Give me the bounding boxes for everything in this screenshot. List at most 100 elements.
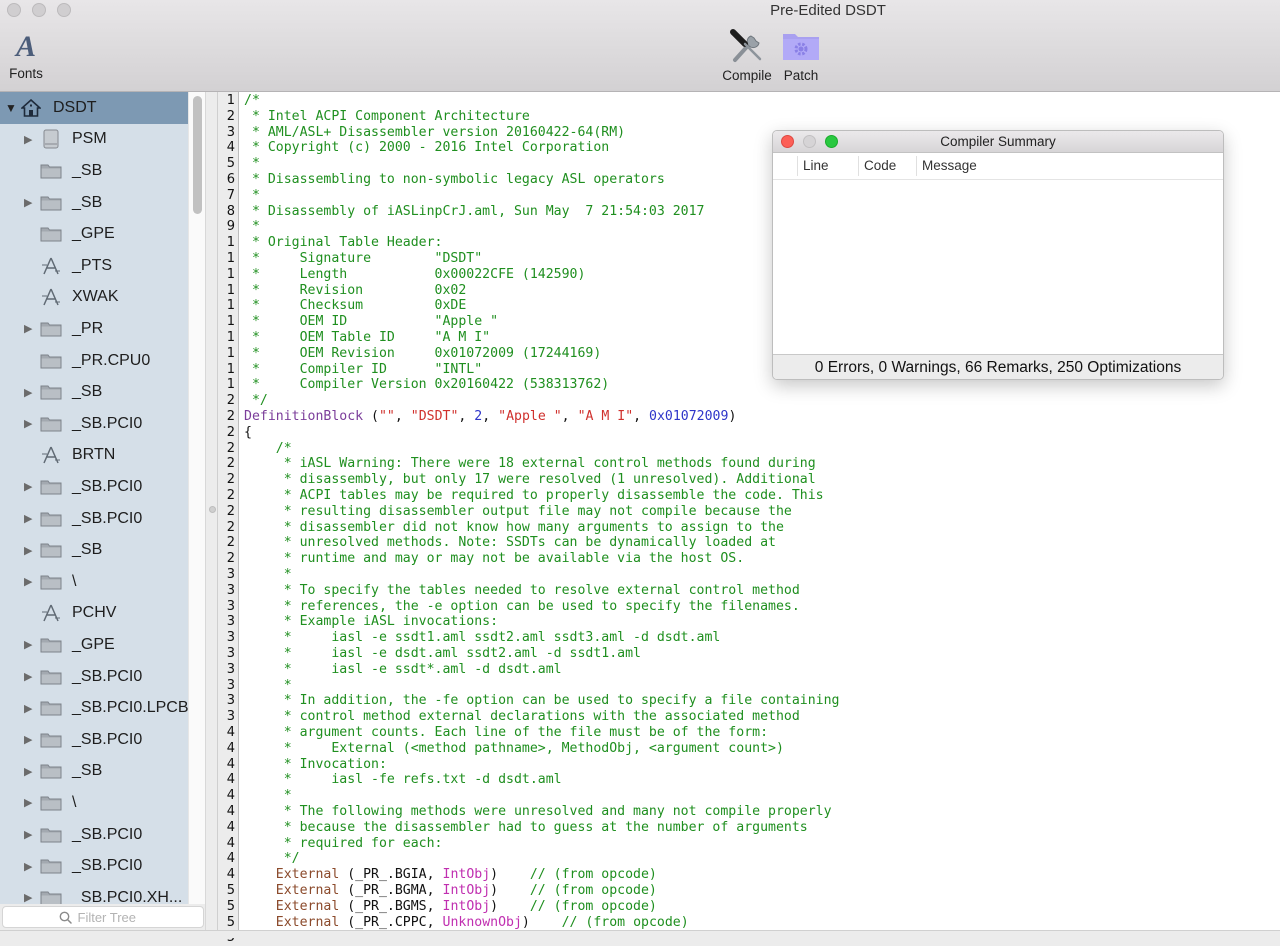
tree-item[interactable]: ▶ _SB.PCI0 [0, 408, 188, 440]
compile-button[interactable]: Compile [720, 26, 774, 83]
panel-close-button[interactable] [781, 135, 794, 148]
disclosure-collapsed-icon[interactable]: ▶ [24, 133, 34, 146]
tree-item[interactable]: ▶ _PR [0, 313, 188, 345]
sidebar-scrollbar[interactable] [188, 92, 205, 904]
tree-item[interactable]: ▶ \ [0, 566, 188, 598]
code-line: * iasl -fe refs.txt -d dsdt.aml [244, 772, 562, 788]
tree-item[interactable]: ▶ _SB.PCI0.LPCB [0, 692, 188, 724]
tree-item[interactable]: ▶ \ [0, 787, 188, 819]
tree-item[interactable]: ▶ PSM [0, 124, 188, 156]
tree-item-label: _SB.PCI0 [72, 857, 143, 875]
tree-item[interactable]: ▶ _SB [0, 187, 188, 219]
tree-item[interactable]: ▶ _SB.PCI0 [0, 724, 188, 756]
disclosure-collapsed-icon[interactable]: ▶ [24, 891, 34, 904]
tree-item[interactable]: ▶ _SB [0, 376, 188, 408]
line-number: 3 [226, 693, 235, 709]
tree-item[interactable]: XWAK [0, 282, 188, 314]
tree-item[interactable]: _GPE [0, 218, 188, 250]
compiler-summary-panel: Compiler Summary Line Code Message 0 Err… [772, 130, 1224, 380]
sidebar-scroll-thumb[interactable] [193, 96, 202, 214]
code-token: * OEM ID "Apple " [244, 314, 499, 330]
code-token: * OEM Revision 0x01072009 (17244169) [244, 345, 602, 361]
tree-item[interactable]: ▶ _SB [0, 756, 188, 788]
code-token: * [244, 677, 292, 693]
code-token: "A M I" [577, 409, 634, 424]
folder-icon [40, 478, 62, 496]
folder-icon [40, 383, 62, 401]
panel-zoom-button[interactable] [825, 135, 838, 148]
disclosure-collapsed-icon[interactable]: ▶ [24, 796, 34, 809]
disclosure-collapsed-icon[interactable]: ▶ [24, 417, 34, 430]
code-line: * [244, 219, 260, 235]
tree-item[interactable]: ▶ _SB.PCI0 [0, 819, 188, 851]
tree-item[interactable]: _PR.CPU0 [0, 345, 188, 377]
disclosure-collapsed-icon[interactable]: ▶ [24, 544, 34, 557]
code-token: * Disassembly of iASLinpCrJ.aml, Sun May… [244, 203, 705, 219]
code-line: /* [244, 441, 292, 457]
tree-item-label: XWAK [72, 288, 119, 306]
disclosure-collapsed-icon[interactable]: ▶ [24, 765, 34, 778]
disclosure-collapsed-icon[interactable]: ▶ [24, 638, 34, 651]
disclosure-collapsed-icon[interactable]: ▶ [24, 322, 34, 335]
disk-icon [40, 129, 62, 149]
line-number: 2 [226, 424, 235, 440]
pane-splitter[interactable] [205, 92, 218, 930]
summary-table-body[interactable] [773, 180, 1223, 355]
tree-item-label: PSM [72, 130, 107, 148]
column-header-line[interactable]: Line [797, 156, 859, 176]
tree-item[interactable]: ▶ _SB [0, 534, 188, 566]
disclosure-collapsed-icon[interactable]: ▶ [24, 702, 34, 715]
fonts-icon: A [15, 30, 36, 63]
disclosure-collapsed-icon[interactable]: ▶ [24, 512, 34, 525]
code-token: * because the disassembler had to guess … [244, 819, 808, 835]
tree-item[interactable]: ▶ _GPE [0, 629, 188, 661]
tree-item-label: _SB.PCI0 [72, 825, 143, 843]
folder-icon [40, 699, 62, 717]
line-number: 1 [226, 330, 235, 345]
tree-item[interactable]: _SB [0, 155, 188, 187]
filter-tree-field[interactable] [2, 906, 204, 928]
disclosure-collapsed-icon[interactable]: ▶ [24, 670, 34, 683]
code-token: * argument counts. Each line of the file… [244, 725, 769, 740]
line-number: 2 [226, 440, 235, 456]
tree-root-dsdt[interactable]: ▼ DSDT [0, 92, 188, 124]
fonts-button[interactable]: A Fonts [6, 30, 46, 81]
disclosure-collapsed-icon[interactable]: ▶ [24, 575, 34, 588]
tree-item[interactable]: ▶ _SB.PCI0 [0, 850, 188, 882]
line-number: 4 [226, 756, 235, 772]
folder-icon [40, 573, 62, 591]
code-token: External [244, 883, 340, 898]
disclosure-collapsed-icon[interactable]: ▶ [24, 860, 34, 873]
code-line: * In addition, the -fe option can be use… [244, 693, 840, 709]
disclosure-collapsed-icon[interactable]: ▶ [24, 386, 34, 399]
tree-item-label: _SB [72, 762, 103, 780]
disclosure-collapsed-icon[interactable]: ▶ [24, 828, 34, 841]
disclosure-collapsed-icon[interactable]: ▶ [24, 480, 34, 493]
code-line: * Compiler ID "INTL" [244, 362, 482, 378]
splitter-grip[interactable] [209, 506, 216, 513]
disclosure-collapsed-icon[interactable]: ▶ [24, 196, 34, 209]
line-number: 4 [226, 804, 235, 819]
column-header-message[interactable]: Message [916, 156, 1222, 176]
wrench-screwdriver-icon [730, 29, 762, 62]
panel-minimize-button[interactable] [803, 135, 816, 148]
tree-item[interactable]: BRTN [0, 440, 188, 472]
code-line: * because the disassembler had to guess … [244, 820, 808, 836]
line-number: 4 [226, 867, 235, 883]
filter-tree-input[interactable] [77, 909, 148, 925]
tree-item[interactable]: PCHV [0, 598, 188, 630]
tree-item[interactable]: ▶ _SB.PCI0 [0, 503, 188, 535]
disclosure-collapsed-icon[interactable]: ▶ [24, 733, 34, 746]
panel-titlebar[interactable]: Compiler Summary [773, 131, 1223, 153]
tree-item[interactable]: ▶ _SB.PCI0 [0, 471, 188, 503]
patch-button[interactable]: Patch [780, 26, 822, 83]
column-header-code[interactable]: Code [858, 156, 916, 176]
tree-item[interactable]: ▶ _SB.PCI0 [0, 661, 188, 693]
code-line: * [244, 788, 292, 804]
disclosure-expanded-icon[interactable]: ▼ [5, 101, 17, 115]
tree-item[interactable]: ▶ _SB.PCI0.XH... [0, 882, 188, 904]
code-token: IntObj [442, 867, 491, 883]
tree-item[interactable]: _PTS [0, 250, 188, 282]
code-token: ) [521, 914, 562, 930]
line-number: 3 [226, 614, 235, 630]
